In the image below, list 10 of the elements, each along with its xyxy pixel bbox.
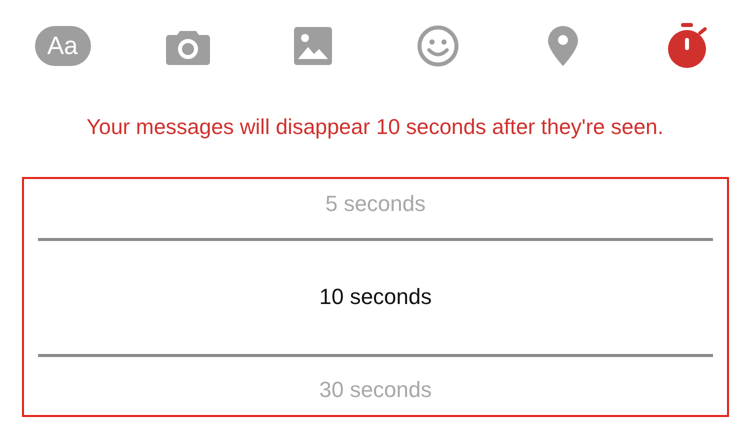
duration-option[interactable]: 30 seconds	[38, 365, 713, 415]
smiley-icon[interactable]	[416, 25, 458, 67]
stopwatch-icon[interactable]	[668, 23, 708, 69]
image-icon[interactable]	[294, 27, 332, 65]
duration-option[interactable]: 10 seconds	[38, 249, 713, 345]
text-format-button[interactable]: Aa	[34, 26, 90, 66]
location-pin-icon[interactable]	[548, 26, 578, 66]
duration-option[interactable]: 5 seconds	[38, 179, 713, 229]
duration-picker[interactable]: 5 seconds 10 seconds 30 seconds	[22, 177, 729, 417]
disappear-notice: Your messages will disappear 10 seconds after they're seen.	[86, 115, 664, 140]
